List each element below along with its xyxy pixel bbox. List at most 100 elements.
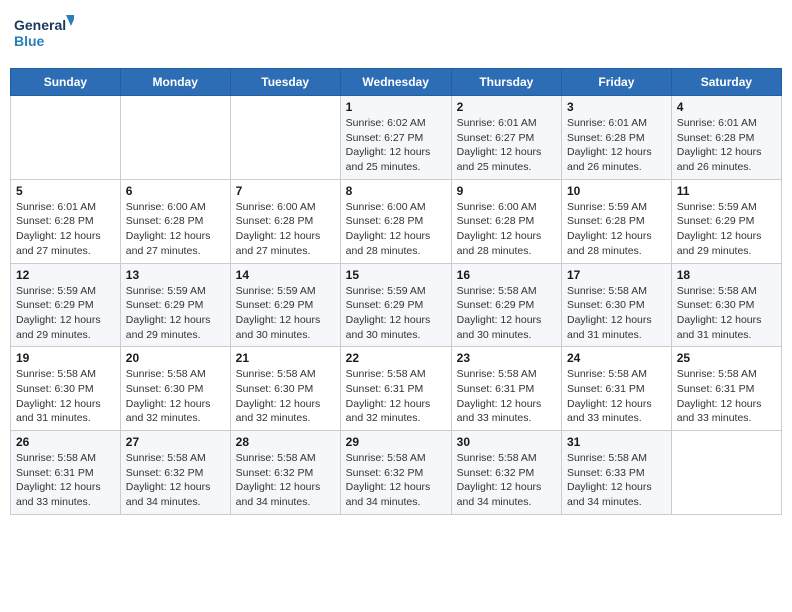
day-info: Sunrise: 6:00 AM Sunset: 6:28 PM Dayligh…	[457, 200, 556, 259]
day-info: Sunrise: 5:59 AM Sunset: 6:28 PM Dayligh…	[567, 200, 666, 259]
day-cell: 16 Sunrise: 5:58 AM Sunset: 6:29 PM Dayli…	[451, 263, 561, 347]
day-cell: 18 Sunrise: 5:58 AM Sunset: 6:30 PM Dayli…	[671, 263, 781, 347]
day-number: 8	[346, 184, 446, 198]
day-number: 14	[236, 268, 335, 282]
day-cell: 12Sunrise: 5:59 AM Sunset: 6:29 PM Dayli…	[11, 263, 121, 347]
weekday-header-thursday: Thursday	[451, 69, 561, 96]
header: General Blue	[10, 10, 782, 60]
day-number: 11	[677, 184, 776, 198]
day-number: 18	[677, 268, 776, 282]
day-info: Sunrise: 5:58 AM Sunset: 6:32 PM Dayligh…	[236, 451, 335, 510]
day-cell: 8 Sunrise: 6:00 AM Sunset: 6:28 PM Daylig…	[340, 179, 451, 263]
day-info: Sunrise: 6:02 AM Sunset: 6:27 PM Dayligh…	[346, 116, 446, 175]
day-number: 2	[457, 100, 556, 114]
day-number: 28	[236, 435, 335, 449]
day-number: 27	[126, 435, 225, 449]
day-number: 7	[236, 184, 335, 198]
day-number: 4	[677, 100, 776, 114]
day-number: 25	[677, 351, 776, 365]
day-info: Sunrise: 6:01 AM Sunset: 6:28 PM Dayligh…	[567, 116, 666, 175]
day-info: Sunrise: 6:00 AM Sunset: 6:28 PM Dayligh…	[236, 200, 335, 259]
weekday-header-tuesday: Tuesday	[230, 69, 340, 96]
day-number: 22	[346, 351, 446, 365]
day-info: Sunrise: 5:58 AM Sunset: 6:30 PM Dayligh…	[16, 367, 115, 426]
week-row-2: 5 Sunrise: 6:01 AM Sunset: 6:28 PM Daylig…	[11, 179, 782, 263]
day-number: 17	[567, 268, 666, 282]
day-info: Sunrise: 5:59 AM Sunset: 6:29 PM Dayligh…	[677, 200, 776, 259]
day-cell: 19 Sunrise: 5:58 AM Sunset: 6:30 PM Dayli…	[11, 347, 121, 431]
svg-text:Blue: Blue	[14, 33, 45, 49]
day-cell: 3 Sunrise: 6:01 AM Sunset: 6:28 PM Daylig…	[562, 96, 672, 180]
day-info: Sunrise: 5:59 AM Sunset: 6:29 PM Dayligh…	[346, 284, 446, 343]
day-number: 23	[457, 351, 556, 365]
day-info: Sunrise: 5:58 AM Sunset: 6:31 PM Dayligh…	[457, 367, 556, 426]
week-row-3: 12 Sunrise: 5:59 AM Sunset: 6:29 PM Dayli…	[11, 263, 782, 347]
day-info: Sunrise: 5:58 AM Sunset: 6:32 PM Dayligh…	[346, 451, 446, 510]
day-cell	[230, 96, 340, 180]
day-cell: 7 Sunrise: 6:00 AM Sunset: 6:28 PM Daylig…	[230, 179, 340, 263]
day-info: Sunrise: 6:00 AM Sunset: 6:28 PM Dayligh…	[346, 200, 446, 259]
day-info: Sunrise: 6:01 AM Sunset: 6:28 PM Dayligh…	[16, 200, 115, 259]
day-info: Sunrise: 5:58 AM Sunset: 6:31 PM Dayligh…	[567, 367, 666, 426]
day-cell: 9Sunrise: 6:00 AM Sunset: 6:28 PM Daylig…	[451, 179, 561, 263]
day-number: 19	[16, 351, 115, 365]
day-number: 6	[126, 184, 225, 198]
day-cell: 31Sunrise: 5:58 AM Sunset: 6:33 PM Dayli…	[562, 431, 672, 515]
day-number: 15	[346, 268, 446, 282]
day-info: Sunrise: 5:58 AM Sunset: 6:30 PM Dayligh…	[567, 284, 666, 343]
day-number: 16	[457, 268, 556, 282]
day-info: Sunrise: 5:59 AM Sunset: 6:29 PM Dayligh…	[236, 284, 335, 343]
weekday-header-friday: Friday	[562, 69, 672, 96]
day-info: Sunrise: 5:58 AM Sunset: 6:30 PM Dayligh…	[126, 367, 225, 426]
day-number: 31	[567, 435, 666, 449]
day-info: Sunrise: 5:58 AM Sunset: 6:30 PM Dayligh…	[236, 367, 335, 426]
day-number: 20	[126, 351, 225, 365]
day-cell: 13Sunrise: 5:59 AM Sunset: 6:29 PM Dayli…	[120, 263, 230, 347]
day-cell: 15 Sunrise: 5:59 AM Sunset: 6:29 PM Dayli…	[340, 263, 451, 347]
day-cell: 10 Sunrise: 5:59 AM Sunset: 6:28 PM Dayli…	[562, 179, 672, 263]
day-info: Sunrise: 5:58 AM Sunset: 6:31 PM Dayligh…	[677, 367, 776, 426]
day-number: 12	[16, 268, 115, 282]
day-cell: 26Sunrise: 5:58 AM Sunset: 6:31 PM Dayli…	[11, 431, 121, 515]
weekday-header-sunday: Sunday	[11, 69, 121, 96]
day-cell	[120, 96, 230, 180]
day-cell: 22 Sunrise: 5:58 AM Sunset: 6:31 PM Dayli…	[340, 347, 451, 431]
day-cell: 14 Sunrise: 5:59 AM Sunset: 6:29 PM Dayli…	[230, 263, 340, 347]
day-cell: 2Sunrise: 6:01 AM Sunset: 6:27 PM Daylig…	[451, 96, 561, 180]
day-cell: 27 Sunrise: 5:58 AM Sunset: 6:32 PM Dayli…	[120, 431, 230, 515]
svg-text:General: General	[14, 17, 66, 33]
day-cell: 20 Sunrise: 5:58 AM Sunset: 6:30 PM Dayli…	[120, 347, 230, 431]
day-number: 24	[567, 351, 666, 365]
day-number: 1	[346, 100, 446, 114]
day-number: 13	[126, 268, 225, 282]
weekday-header-monday: Monday	[120, 69, 230, 96]
day-info: Sunrise: 5:58 AM Sunset: 6:32 PM Dayligh…	[457, 451, 556, 510]
day-cell: 25 Sunrise: 5:58 AM Sunset: 6:31 PM Dayli…	[671, 347, 781, 431]
day-info: Sunrise: 5:58 AM Sunset: 6:30 PM Dayligh…	[677, 284, 776, 343]
weekday-header-row: SundayMondayTuesdayWednesdayThursdayFrid…	[11, 69, 782, 96]
day-info: Sunrise: 6:00 AM Sunset: 6:28 PM Dayligh…	[126, 200, 225, 259]
day-number: 29	[346, 435, 446, 449]
day-cell: 1 Sunrise: 6:02 AM Sunset: 6:27 PM Daylig…	[340, 96, 451, 180]
day-cell: 5 Sunrise: 6:01 AM Sunset: 6:28 PM Daylig…	[11, 179, 121, 263]
day-number: 5	[16, 184, 115, 198]
day-cell	[11, 96, 121, 180]
day-info: Sunrise: 5:58 AM Sunset: 6:29 PM Dayligh…	[457, 284, 556, 343]
day-number: 3	[567, 100, 666, 114]
calendar-table: SundayMondayTuesdayWednesdayThursdayFrid…	[10, 68, 782, 515]
day-cell: 6 Sunrise: 6:00 AM Sunset: 6:28 PM Daylig…	[120, 179, 230, 263]
day-number: 30	[457, 435, 556, 449]
day-info: Sunrise: 5:58 AM Sunset: 6:31 PM Dayligh…	[346, 367, 446, 426]
day-info: Sunrise: 6:01 AM Sunset: 6:28 PM Dayligh…	[677, 116, 776, 175]
day-cell: 11 Sunrise: 5:59 AM Sunset: 6:29 PM Dayli…	[671, 179, 781, 263]
day-cell	[671, 431, 781, 515]
day-cell: 29 Sunrise: 5:58 AM Sunset: 6:32 PM Dayli…	[340, 431, 451, 515]
week-row-4: 19 Sunrise: 5:58 AM Sunset: 6:30 PM Dayli…	[11, 347, 782, 431]
logo-svg: General Blue	[14, 10, 74, 60]
day-cell: 21Sunrise: 5:58 AM Sunset: 6:30 PM Dayli…	[230, 347, 340, 431]
day-cell: 30 Sunrise: 5:58 AM Sunset: 6:32 PM Dayli…	[451, 431, 561, 515]
day-cell: 23 Sunrise: 5:58 AM Sunset: 6:31 PM Dayli…	[451, 347, 561, 431]
day-info: Sunrise: 5:58 AM Sunset: 6:32 PM Dayligh…	[126, 451, 225, 510]
day-number: 10	[567, 184, 666, 198]
day-cell: 28 Sunrise: 5:58 AM Sunset: 6:32 PM Dayli…	[230, 431, 340, 515]
